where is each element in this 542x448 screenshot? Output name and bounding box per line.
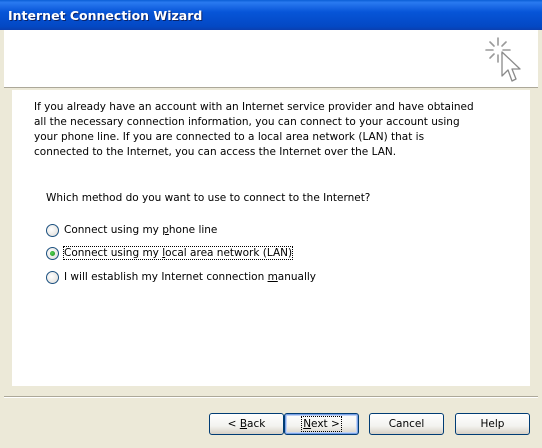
window-title: Internet Connection Wizard xyxy=(8,8,203,23)
radio-option-phone-line[interactable]: Connect using my phone line xyxy=(46,222,217,238)
radio-label-phone-line[interactable]: Connect using my phone line xyxy=(64,224,217,236)
help-button[interactable]: Help xyxy=(455,413,530,435)
radio-label-lan[interactable]: Connect using my local area network (LAN… xyxy=(62,246,294,260)
connection-method-question: Which method do you want to use to conne… xyxy=(46,192,371,204)
radio-button[interactable] xyxy=(46,223,59,237)
wizard-sparkle-cursor-icon xyxy=(485,37,521,82)
button-area-separator xyxy=(4,396,538,398)
help-button-label: Help xyxy=(480,418,505,430)
radio-label-manual[interactable]: I will establish my Internet connection … xyxy=(64,271,316,283)
next-button[interactable]: Next > xyxy=(284,413,359,435)
next-button-label: Next > xyxy=(301,416,342,432)
radio-option-manual[interactable]: I will establish my Internet connection … xyxy=(46,269,316,285)
cancel-button[interactable]: Cancel xyxy=(369,413,444,435)
wizard-header-panel xyxy=(4,30,538,88)
title-bar[interactable]: Internet Connection Wizard xyxy=(0,0,542,30)
radio-button[interactable] xyxy=(46,270,59,284)
back-button[interactable]: < Back xyxy=(209,413,284,435)
intro-paragraph: If you already have an account with an I… xyxy=(34,101,474,158)
back-button-label: < Back xyxy=(227,418,266,430)
cancel-button-label: Cancel xyxy=(388,418,425,430)
radio-option-lan[interactable]: Connect using my local area network (LAN… xyxy=(46,245,294,261)
radio-button-checked[interactable] xyxy=(46,246,59,260)
wizard-window: Internet Connection Wizard If you alread… xyxy=(0,0,542,448)
